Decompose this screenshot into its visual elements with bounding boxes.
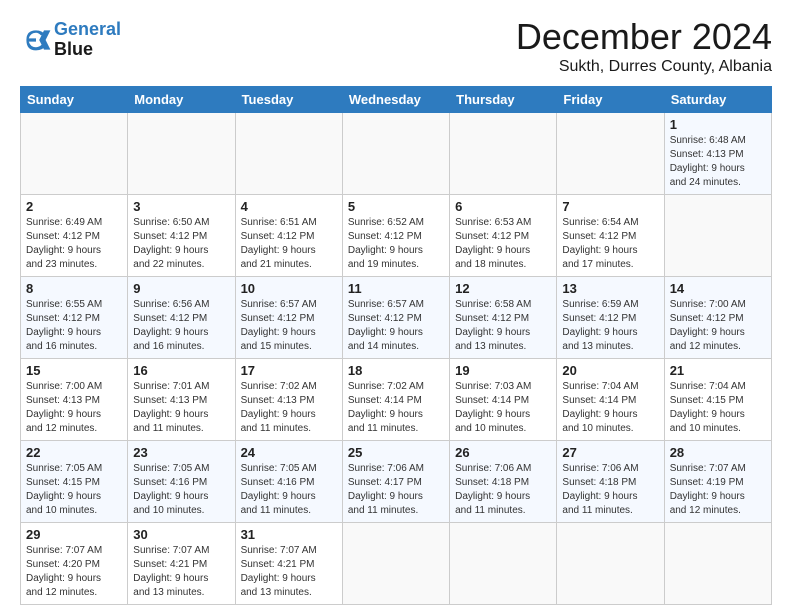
month-title: December 2024 <box>516 16 772 58</box>
calendar-day-cell <box>557 523 664 605</box>
calendar-empty-cell <box>235 113 342 195</box>
calendar-empty-cell <box>450 113 557 195</box>
weekday-header-friday: Friday <box>557 87 664 113</box>
logo-icon <box>20 24 52 56</box>
calendar-empty-cell <box>342 113 449 195</box>
calendar-day-cell: 15Sunrise: 7:00 AMSunset: 4:13 PMDayligh… <box>21 359 128 441</box>
calendar-week-6: 29Sunrise: 7:07 AMSunset: 4:20 PMDayligh… <box>21 523 772 605</box>
calendar-day-cell: 10Sunrise: 6:57 AMSunset: 4:12 PMDayligh… <box>235 277 342 359</box>
logo: General Blue <box>20 20 121 60</box>
weekday-header-thursday: Thursday <box>450 87 557 113</box>
calendar-day-cell: 22Sunrise: 7:05 AMSunset: 4:15 PMDayligh… <box>21 441 128 523</box>
calendar-day-cell: 2Sunrise: 6:49 AMSunset: 4:12 PMDaylight… <box>21 195 128 277</box>
calendar-week-5: 22Sunrise: 7:05 AMSunset: 4:15 PMDayligh… <box>21 441 772 523</box>
calendar-day-cell: 7Sunrise: 6:54 AMSunset: 4:12 PMDaylight… <box>557 195 664 277</box>
calendar-day-cell: 16Sunrise: 7:01 AMSunset: 4:13 PMDayligh… <box>128 359 235 441</box>
calendar-day-cell: 1Sunrise: 6:48 AMSunset: 4:13 PMDaylight… <box>664 113 771 195</box>
weekday-header-saturday: Saturday <box>664 87 771 113</box>
weekday-header-monday: Monday <box>128 87 235 113</box>
calendar-day-cell: 20Sunrise: 7:04 AMSunset: 4:14 PMDayligh… <box>557 359 664 441</box>
weekday-header-wednesday: Wednesday <box>342 87 449 113</box>
calendar-empty-cell <box>128 113 235 195</box>
calendar-day-cell <box>664 195 771 277</box>
calendar-day-cell: 30Sunrise: 7:07 AMSunset: 4:21 PMDayligh… <box>128 523 235 605</box>
calendar-week-4: 15Sunrise: 7:00 AMSunset: 4:13 PMDayligh… <box>21 359 772 441</box>
calendar-day-cell: 27Sunrise: 7:06 AMSunset: 4:18 PMDayligh… <box>557 441 664 523</box>
calendar-day-cell <box>450 523 557 605</box>
calendar-day-cell: 4Sunrise: 6:51 AMSunset: 4:12 PMDaylight… <box>235 195 342 277</box>
calendar-day-cell: 24Sunrise: 7:05 AMSunset: 4:16 PMDayligh… <box>235 441 342 523</box>
title-block: December 2024 Sukth, Durres County, Alba… <box>516 16 772 76</box>
calendar-week-1: 1Sunrise: 6:48 AMSunset: 4:13 PMDaylight… <box>21 113 772 195</box>
calendar-day-cell <box>342 523 449 605</box>
calendar-day-cell: 19Sunrise: 7:03 AMSunset: 4:14 PMDayligh… <box>450 359 557 441</box>
calendar-day-cell: 28Sunrise: 7:07 AMSunset: 4:19 PMDayligh… <box>664 441 771 523</box>
calendar-week-2: 2Sunrise: 6:49 AMSunset: 4:12 PMDaylight… <box>21 195 772 277</box>
calendar-day-cell: 6Sunrise: 6:53 AMSunset: 4:12 PMDaylight… <box>450 195 557 277</box>
weekday-header-row: SundayMondayTuesdayWednesdayThursdayFrid… <box>21 87 772 113</box>
calendar-day-cell: 31Sunrise: 7:07 AMSunset: 4:21 PMDayligh… <box>235 523 342 605</box>
calendar-day-cell: 3Sunrise: 6:50 AMSunset: 4:12 PMDaylight… <box>128 195 235 277</box>
calendar-week-3: 8Sunrise: 6:55 AMSunset: 4:12 PMDaylight… <box>21 277 772 359</box>
calendar-day-cell: 29Sunrise: 7:07 AMSunset: 4:20 PMDayligh… <box>21 523 128 605</box>
weekday-header-sunday: Sunday <box>21 87 128 113</box>
calendar-empty-cell <box>21 113 128 195</box>
calendar-day-cell: 8Sunrise: 6:55 AMSunset: 4:12 PMDaylight… <box>21 277 128 359</box>
calendar-day-cell: 23Sunrise: 7:05 AMSunset: 4:16 PMDayligh… <box>128 441 235 523</box>
calendar-day-cell: 5Sunrise: 6:52 AMSunset: 4:12 PMDaylight… <box>342 195 449 277</box>
calendar-empty-cell <box>557 113 664 195</box>
calendar-day-cell: 21Sunrise: 7:04 AMSunset: 4:15 PMDayligh… <box>664 359 771 441</box>
calendar-day-cell <box>664 523 771 605</box>
calendar-day-cell: 17Sunrise: 7:02 AMSunset: 4:13 PMDayligh… <box>235 359 342 441</box>
weekday-header-tuesday: Tuesday <box>235 87 342 113</box>
calendar-day-cell: 13Sunrise: 6:59 AMSunset: 4:12 PMDayligh… <box>557 277 664 359</box>
calendar-day-cell: 26Sunrise: 7:06 AMSunset: 4:18 PMDayligh… <box>450 441 557 523</box>
calendar-day-cell: 25Sunrise: 7:06 AMSunset: 4:17 PMDayligh… <box>342 441 449 523</box>
header: General Blue December 2024 Sukth, Durres… <box>20 16 772 76</box>
calendar-day-cell: 9Sunrise: 6:56 AMSunset: 4:12 PMDaylight… <box>128 277 235 359</box>
calendar-day-cell: 18Sunrise: 7:02 AMSunset: 4:14 PMDayligh… <box>342 359 449 441</box>
logo-text: General Blue <box>54 20 121 60</box>
location: Sukth, Durres County, Albania <box>516 58 772 76</box>
calendar-day-cell: 14Sunrise: 7:00 AMSunset: 4:12 PMDayligh… <box>664 277 771 359</box>
calendar-page: General Blue December 2024 Sukth, Durres… <box>0 0 792 615</box>
calendar-table: SundayMondayTuesdayWednesdayThursdayFrid… <box>20 86 772 605</box>
calendar-day-cell: 12Sunrise: 6:58 AMSunset: 4:12 PMDayligh… <box>450 277 557 359</box>
calendar-day-cell: 11Sunrise: 6:57 AMSunset: 4:12 PMDayligh… <box>342 277 449 359</box>
